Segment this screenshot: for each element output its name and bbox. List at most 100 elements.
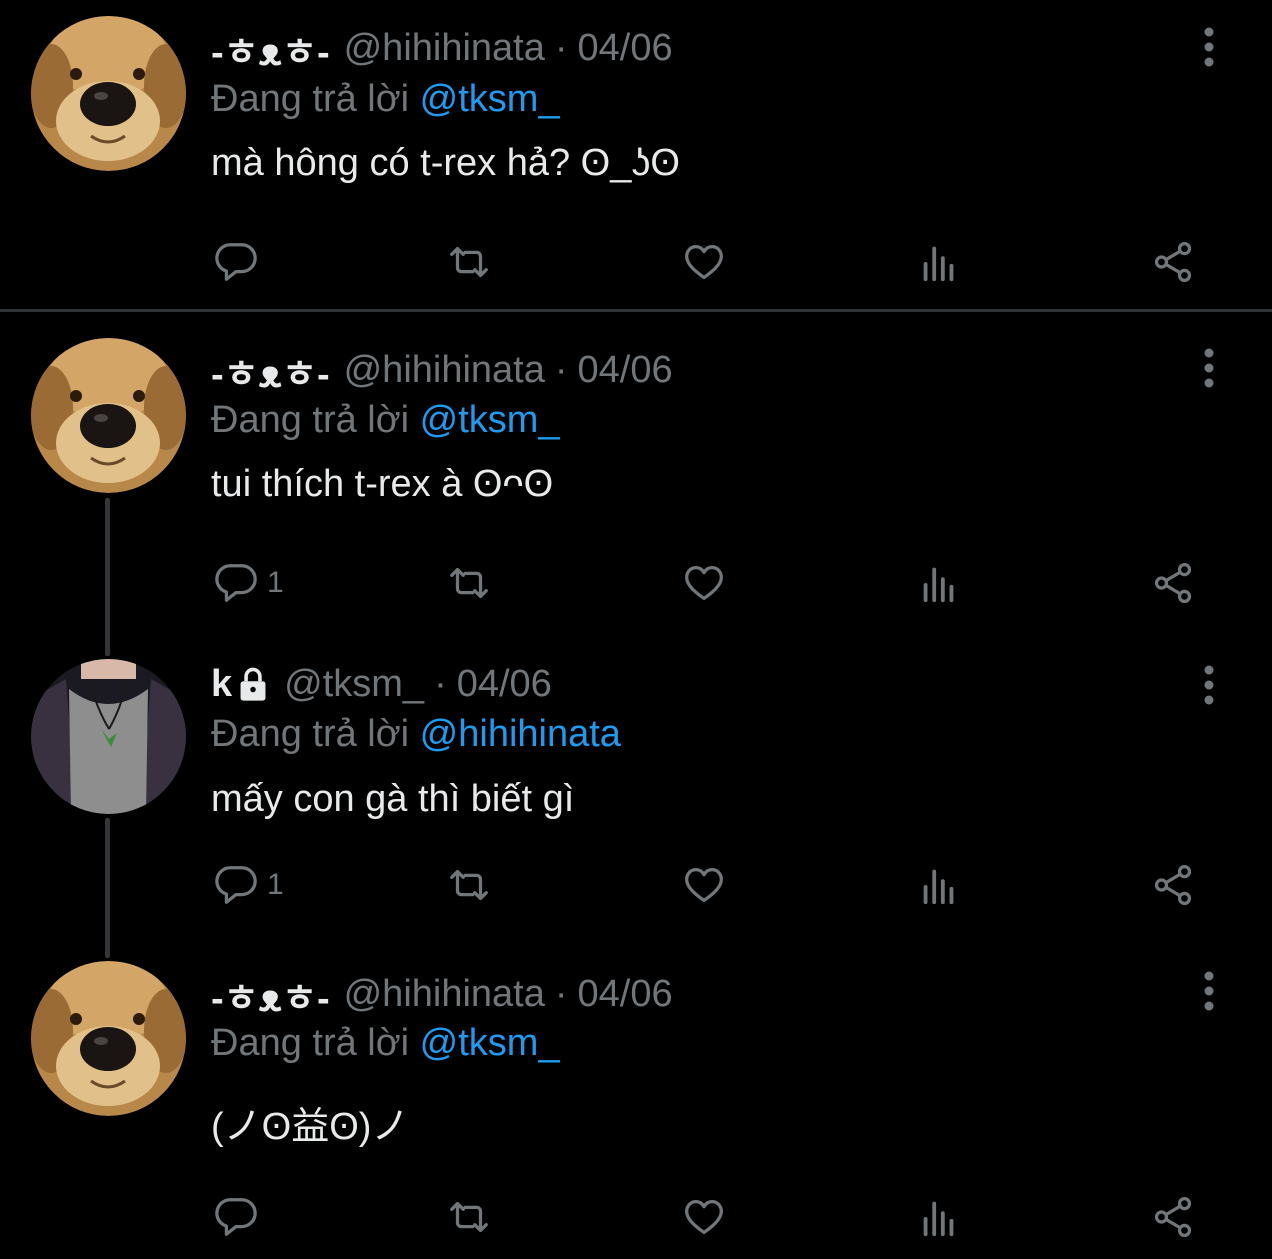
tweet-header: k @tksm_ · 04/06 bbox=[211, 660, 552, 708]
share-icon bbox=[1154, 864, 1192, 906]
tweet[interactable]: -ㅎᴥㅎ- @hihihinata · 04/06 Đang trả lời @… bbox=[0, 951, 1272, 1259]
reply-button[interactable]: 1 bbox=[213, 855, 284, 915]
more-vertical-icon bbox=[1204, 348, 1214, 388]
share-icon bbox=[1154, 562, 1192, 604]
replying-to: Đang trả lời @tksm_ bbox=[211, 399, 560, 447]
separator: · bbox=[554, 26, 568, 69]
views-button[interactable] bbox=[916, 232, 962, 292]
tweet-date[interactable]: 04/06 bbox=[578, 27, 673, 70]
avatar[interactable] bbox=[31, 961, 186, 1116]
tweet-header: -ㅎᴥㅎ- @hihihinata · 04/06 bbox=[211, 970, 673, 1020]
retweet-icon bbox=[450, 869, 488, 901]
analytics-icon bbox=[923, 1201, 954, 1237]
tweet[interactable]: -ㅎᴥㅎ- @hihihinata · 04/06 Đang trả lời @… bbox=[0, 313, 1272, 643]
mention-link[interactable]: @tksm_ bbox=[420, 399, 560, 441]
avatar[interactable] bbox=[31, 659, 186, 814]
tweet-date[interactable]: 04/06 bbox=[578, 349, 673, 392]
more-options-button[interactable] bbox=[1192, 660, 1226, 710]
avatar[interactable] bbox=[31, 16, 186, 171]
display-name[interactable]: k bbox=[211, 663, 232, 706]
heart-icon bbox=[685, 868, 723, 902]
tweet-date[interactable]: 04/06 bbox=[457, 663, 552, 706]
dog-avatar-image bbox=[31, 16, 186, 171]
user-handle[interactable]: @tksm_ bbox=[284, 663, 424, 706]
tweet-header: -ㅎᴥㅎ- @hihihinata · 04/06 bbox=[211, 346, 673, 396]
share-button[interactable] bbox=[1150, 1187, 1196, 1247]
tweet-text: tui thích t-rex à ʘᴖʘ bbox=[211, 463, 554, 505]
separator: · bbox=[434, 662, 447, 705]
tweet-header: -ㅎᴥㅎ- @hihihinata · 04/06 bbox=[211, 24, 673, 74]
retweet-icon bbox=[450, 246, 488, 278]
display-name[interactable]: -ㅎᴥㅎ- bbox=[211, 21, 330, 76]
reply-icon bbox=[215, 1198, 257, 1236]
reply-icon bbox=[215, 564, 257, 602]
tweet-text: mấy con gà thì biết gì bbox=[211, 778, 575, 820]
replying-prefix: Đang trả lời bbox=[211, 1022, 410, 1064]
like-button[interactable] bbox=[681, 855, 727, 915]
like-button[interactable] bbox=[681, 1187, 727, 1247]
dog-avatar-image bbox=[31, 961, 186, 1116]
replying-prefix: Đang trả lời bbox=[211, 713, 410, 755]
replying-prefix: Đang trả lời bbox=[211, 399, 410, 441]
tweet-feed: -ㅎᴥㅎ- @hihihinata · 04/06 Đang trả lời @… bbox=[0, 0, 1272, 1259]
share-button[interactable] bbox=[1150, 232, 1196, 292]
tweet-actions: 1 bbox=[0, 553, 1272, 613]
heart-icon bbox=[685, 1200, 723, 1234]
analytics-icon bbox=[923, 567, 954, 603]
dog-avatar-image bbox=[31, 338, 186, 493]
tweet[interactable]: -ㅎᴥㅎ- @hihihinata · 04/06 Đang trả lời @… bbox=[0, 0, 1272, 310]
separator: · bbox=[554, 348, 568, 391]
share-button[interactable] bbox=[1150, 553, 1196, 613]
reply-count: 1 bbox=[267, 868, 284, 901]
more-vertical-icon bbox=[1204, 971, 1214, 1011]
reply-button[interactable] bbox=[213, 232, 267, 292]
more-vertical-icon bbox=[1204, 27, 1214, 67]
like-button[interactable] bbox=[681, 553, 727, 613]
share-button[interactable] bbox=[1150, 855, 1196, 915]
heart-icon bbox=[685, 245, 723, 279]
tweet-text: mà hông có t-rex hả? ʘ_ʖʘ bbox=[211, 142, 680, 184]
retweet-button[interactable] bbox=[446, 855, 492, 915]
tweet-actions bbox=[0, 232, 1272, 292]
reply-count: 1 bbox=[267, 566, 284, 599]
display-name[interactable]: -ㅎᴥㅎ- bbox=[211, 343, 330, 398]
retweet-icon bbox=[450, 567, 488, 599]
retweet-button[interactable] bbox=[446, 232, 492, 292]
views-button[interactable] bbox=[916, 1187, 962, 1247]
person-avatar-image bbox=[31, 659, 186, 814]
tweet[interactable]: k @tksm_ · 04/06 Đang trả lời @hihihinat… bbox=[0, 643, 1272, 951]
user-handle[interactable]: @hihihinata bbox=[344, 27, 545, 70]
share-icon bbox=[1154, 241, 1192, 283]
user-handle[interactable]: @hihihinata bbox=[344, 973, 545, 1016]
more-options-button[interactable] bbox=[1192, 22, 1226, 72]
mention-link[interactable]: @tksm_ bbox=[420, 1022, 560, 1064]
views-button[interactable] bbox=[916, 553, 962, 613]
mention-link[interactable]: @tksm_ bbox=[420, 78, 560, 120]
tweet-actions: 1 bbox=[0, 855, 1272, 915]
mention-link[interactable]: @hihihinata bbox=[420, 713, 621, 755]
retweet-button[interactable] bbox=[446, 1187, 492, 1247]
divider bbox=[0, 309, 1272, 312]
reply-icon bbox=[215, 243, 257, 281]
more-vertical-icon bbox=[1204, 665, 1214, 705]
replying-prefix: Đang trả lời bbox=[211, 78, 410, 120]
analytics-icon bbox=[923, 869, 954, 905]
more-options-button[interactable] bbox=[1192, 966, 1226, 1016]
retweet-button[interactable] bbox=[446, 553, 492, 613]
heart-icon bbox=[685, 566, 723, 600]
tweet-date[interactable]: 04/06 bbox=[578, 973, 673, 1016]
share-icon bbox=[1154, 1196, 1192, 1238]
reply-icon bbox=[215, 866, 257, 904]
more-options-button[interactable] bbox=[1192, 343, 1226, 393]
lock-icon bbox=[236, 666, 270, 702]
reply-button[interactable]: 1 bbox=[213, 553, 284, 613]
separator: · bbox=[554, 972, 568, 1015]
user-handle[interactable]: @hihihinata bbox=[344, 349, 545, 392]
replying-to: Đang trả lời @tksm_ bbox=[211, 1022, 560, 1070]
tweet-text: (ノʘ益ʘ)ノ bbox=[211, 1106, 410, 1148]
like-button[interactable] bbox=[681, 232, 727, 292]
avatar[interactable] bbox=[31, 338, 186, 493]
views-button[interactable] bbox=[916, 855, 962, 915]
display-name[interactable]: -ㅎᴥㅎ- bbox=[211, 967, 330, 1022]
reply-button[interactable] bbox=[213, 1187, 267, 1247]
